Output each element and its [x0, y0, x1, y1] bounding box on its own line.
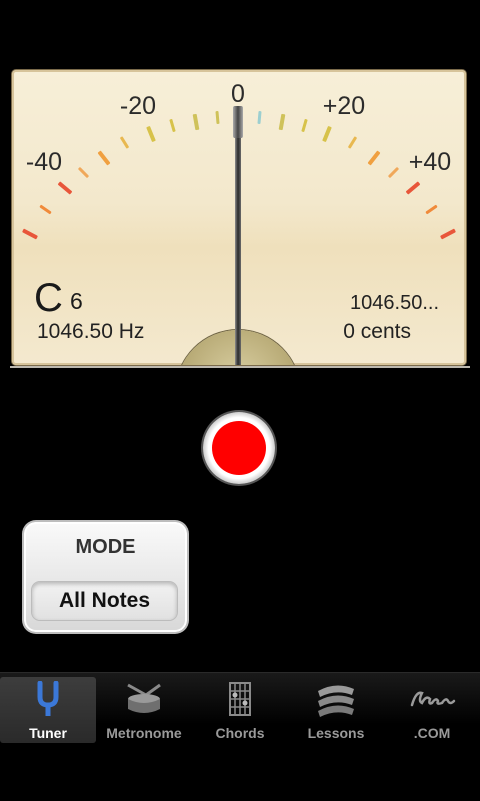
- scale-tick: [146, 125, 156, 143]
- scale-tick: [387, 166, 400, 179]
- tuner-meter: -40 -20 0 +20 +40 C 6 1046.50 Hz 1046.50…: [12, 70, 466, 365]
- tab-lessons[interactable]: Lessons: [288, 677, 384, 743]
- tab-bar: Tuner Metronome Chords Lessons .COM: [0, 672, 480, 801]
- drum-icon: [122, 681, 166, 717]
- tab-label: .COM: [413, 725, 451, 741]
- scale-label-minus20: -20: [119, 92, 157, 120]
- cents-offset: 0 cents: [343, 320, 411, 343]
- gibson-logo-icon: [408, 681, 456, 717]
- tab-metronome[interactable]: Metronome: [96, 677, 192, 743]
- scale-tick: [425, 204, 438, 215]
- chord-grid-icon: [228, 681, 252, 717]
- detected-frequency: 1046.50...: [350, 292, 439, 314]
- tab-tuner[interactable]: Tuner: [0, 677, 96, 743]
- scale-tick: [97, 150, 111, 166]
- tab-chords[interactable]: Chords: [192, 677, 288, 743]
- record-indicator: [212, 421, 266, 475]
- tuning-fork-icon: [33, 681, 63, 717]
- scale-tick: [119, 136, 130, 149]
- scale-tick: [367, 150, 381, 166]
- tab-label: Tuner: [29, 725, 67, 741]
- scale-tick: [39, 204, 52, 215]
- tab-label: Lessons: [307, 725, 365, 741]
- scale-label-plus20: +20: [322, 92, 366, 120]
- scale-tick: [192, 113, 200, 131]
- scale-tick: [57, 181, 73, 195]
- scale-label-plus40: +40: [408, 148, 452, 176]
- scale-tick: [215, 110, 220, 125]
- scale-tick: [278, 113, 286, 131]
- scale-tick: [169, 118, 176, 133]
- scale-label-minus40: -40: [25, 148, 63, 176]
- scale-tick: [21, 228, 39, 240]
- scale-tick: [347, 136, 358, 149]
- tab-com[interactable]: .COM: [384, 677, 480, 743]
- scale-tick: [301, 118, 308, 133]
- mode-selector[interactable]: MODE All Notes: [24, 522, 187, 632]
- needle-tip: [233, 106, 243, 138]
- note-octave: 6: [70, 288, 83, 314]
- scale-tick: [77, 166, 90, 179]
- scale-tick: [405, 181, 421, 195]
- tab-label: Chords: [215, 725, 265, 741]
- mode-value[interactable]: All Notes: [32, 582, 177, 620]
- scale-label-zero: 0: [231, 80, 245, 108]
- tuning-needle: [235, 110, 241, 365]
- record-button[interactable]: [203, 412, 275, 484]
- scale-tick: [257, 110, 262, 125]
- mode-label: MODE: [75, 536, 136, 558]
- tab-label: Metronome: [106, 725, 182, 741]
- note-frequency: 1046.50 Hz: [37, 320, 145, 343]
- scale-tick: [322, 125, 332, 143]
- scale-tick: [439, 228, 457, 240]
- meter-divider: [10, 366, 470, 368]
- lessons-icon: [314, 681, 358, 717]
- note-letter: C: [34, 276, 63, 320]
